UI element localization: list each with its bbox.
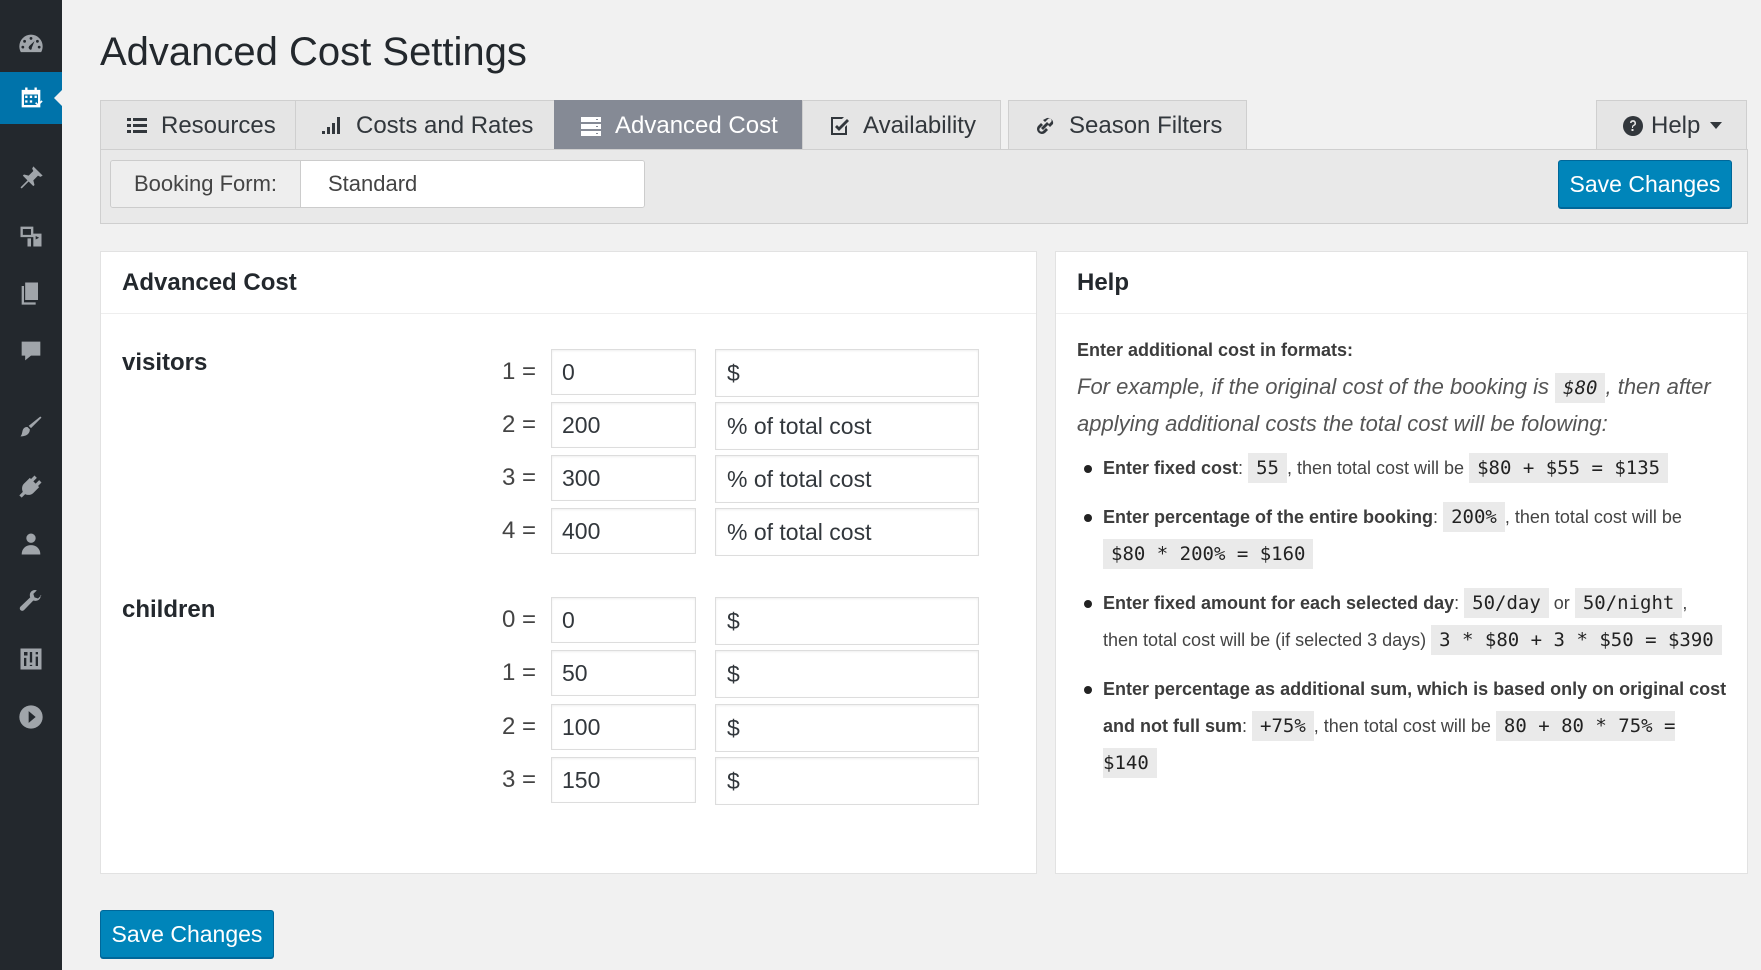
users-icon[interactable]: [0, 518, 62, 570]
tab-availability[interactable]: Availability: [802, 100, 1001, 150]
help-item-text: or: [1553, 593, 1570, 613]
cost-value-input[interactable]: 0: [551, 349, 696, 395]
cost-type-select[interactable]: $: [715, 757, 979, 805]
chevron-down-icon: [1710, 122, 1723, 129]
cost-type-select[interactable]: $: [715, 650, 979, 698]
list-item: Enter percentage as additional sum, whic…: [1077, 671, 1727, 782]
link-icon: [1037, 117, 1054, 134]
page-title: Advanced Cost Settings: [100, 30, 527, 74]
help-dropdown-tab[interactable]: Help: [1596, 100, 1748, 150]
help-code: 3 * $80 + 3 * $50 = $390: [1431, 625, 1722, 655]
help-list: Enter fixed cost: 55, then total cost wi…: [1077, 450, 1727, 782]
cost-type-select[interactable]: % of total cost: [715, 455, 979, 503]
help-code: 50/day: [1464, 588, 1549, 618]
tab-season-filters[interactable]: Season Filters: [1008, 100, 1248, 150]
list-icon: [127, 117, 147, 133]
help-item-text: , then total cost will be: [1504, 507, 1682, 527]
check-square-icon: [831, 116, 849, 135]
list-item: Enter percentage of the entire booking: …: [1077, 499, 1727, 573]
cost-value-input[interactable]: 0: [551, 597, 696, 643]
list-item: Enter fixed cost: 55, then total cost wi…: [1077, 450, 1727, 487]
tab-label: Costs and Rates: [356, 111, 534, 139]
help-code: $80 + $55 = $135: [1469, 453, 1669, 483]
appearance-icon[interactable]: [0, 401, 62, 453]
tab-costs-and-rates[interactable]: Costs and Rates: [295, 100, 559, 150]
cost-value-input[interactable]: 400: [551, 508, 696, 554]
list-item: Enter fixed amount for each selected day…: [1077, 585, 1727, 659]
cost-row-number: 3 =: [501, 464, 536, 491]
bar-chart-icon: [322, 116, 340, 134]
media-icon[interactable]: [0, 210, 62, 262]
save-changes-button-bottom[interactable]: Save Changes: [100, 910, 274, 958]
pin-icon[interactable]: [0, 152, 62, 204]
help-content: Enter additional cost in formats: For ex…: [1077, 340, 1727, 794]
help-panel: Help Enter additional cost in formats: F…: [1055, 251, 1748, 874]
help-code: 55: [1248, 453, 1287, 483]
help-example: For example, if the original cost of the…: [1077, 369, 1727, 442]
cost-row-number: 0 =: [501, 606, 536, 633]
tab-advanced-cost[interactable]: Advanced Cost: [554, 100, 803, 150]
plugins-icon[interactable]: [0, 460, 62, 512]
question-circle-icon: [1623, 115, 1643, 136]
cost-value-input[interactable]: 150: [551, 757, 696, 803]
comments-icon[interactable]: [0, 325, 62, 377]
server-icon: [581, 116, 601, 136]
tools-icon[interactable]: [0, 576, 62, 628]
help-item-text: , then total cost will be: [1286, 458, 1465, 478]
help-item-label: Enter fixed amount for each selected day: [1103, 593, 1455, 613]
settings-icon[interactable]: [0, 633, 62, 685]
tab-label: Season Filters: [1069, 111, 1223, 139]
booking-calendar-icon[interactable]: [0, 72, 63, 124]
example-text: For example, if the original cost of the…: [1077, 374, 1550, 399]
tab-resources[interactable]: Resources: [100, 100, 301, 150]
cost-value-input[interactable]: 50: [551, 650, 696, 696]
help-panel-title: Help: [1056, 252, 1747, 314]
tab-label: Availability: [863, 111, 976, 139]
collapse-menu-icon[interactable]: [0, 691, 62, 743]
cost-type-select[interactable]: % of total cost: [715, 508, 979, 556]
cost-value-input[interactable]: 100: [551, 704, 696, 750]
panel-title: Advanced Cost: [101, 252, 1036, 314]
cost-type-select[interactable]: % of total cost: [715, 402, 979, 450]
booking-form-toolbar: Booking Form: Standard Save Changes: [100, 149, 1748, 224]
cost-value-input[interactable]: 200: [551, 402, 696, 448]
visitors-label: visitors: [122, 349, 208, 376]
tab-label: Advanced Cost: [615, 111, 778, 139]
help-item-text: , then total cost will be: [1313, 716, 1491, 736]
help-code: $80 * 200% = $160: [1103, 539, 1314, 569]
booking-form-selector[interactable]: Booking Form: Standard: [110, 160, 645, 208]
help-item-label: Enter fixed cost: [1103, 458, 1239, 478]
cost-row-number: 3 =: [501, 766, 536, 793]
help-tab-label: Help: [1651, 111, 1701, 139]
booking-form-label: Booking Form:: [111, 161, 301, 207]
admin-sidebar: [0, 0, 63, 970]
example-code: $80: [1555, 373, 1606, 403]
booking-form-select[interactable]: Standard: [301, 161, 644, 207]
cost-row-number: 4 =: [501, 517, 536, 544]
cost-type-select[interactable]: $: [715, 349, 979, 397]
advanced-cost-panel: Advanced Cost visitors 1 = 0 $ 2 = 200 %…: [100, 251, 1037, 874]
help-code: 50/night: [1574, 588, 1683, 618]
save-changes-button-top[interactable]: Save Changes: [1558, 160, 1732, 208]
cost-type-select[interactable]: $: [715, 597, 979, 645]
help-code: 200%: [1443, 502, 1505, 532]
cost-row-number: 1 =: [501, 358, 536, 385]
tab-label: Resources: [161, 111, 276, 139]
cost-value-input[interactable]: 300: [551, 455, 696, 501]
dashboard-icon[interactable]: [0, 18, 62, 70]
cost-row-number: 2 =: [501, 411, 536, 438]
children-label: children: [122, 596, 216, 623]
pages-icon[interactable]: [0, 267, 62, 319]
cost-row-number: 2 =: [501, 713, 536, 740]
help-intro: Enter additional cost in formats:: [1077, 340, 1354, 360]
cost-type-select[interactable]: $: [715, 704, 979, 752]
cost-row-number: 1 =: [501, 659, 536, 686]
help-code: +75%: [1252, 711, 1314, 741]
help-item-label: Enter percentage of the entire booking: [1103, 507, 1434, 527]
